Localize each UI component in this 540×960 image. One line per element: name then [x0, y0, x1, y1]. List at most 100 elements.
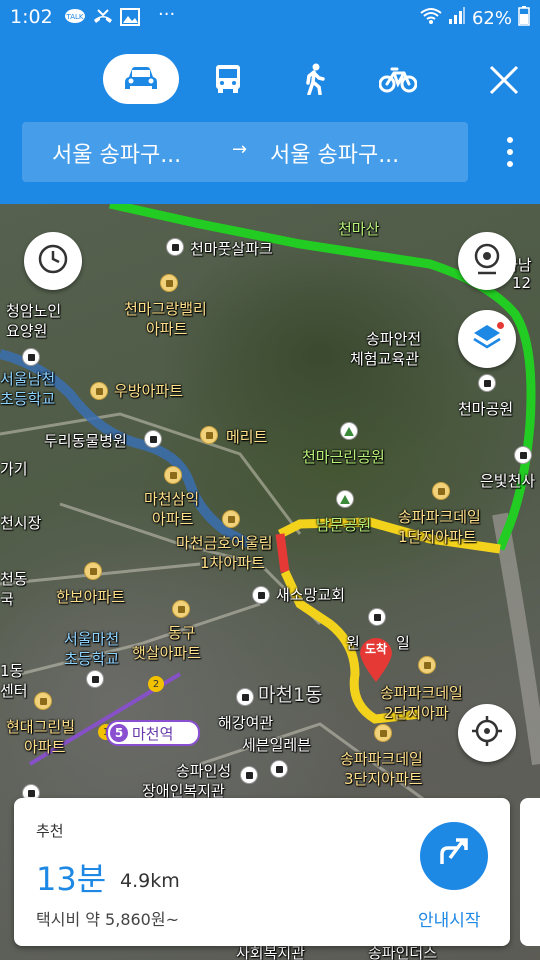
map-label: 초등학교 — [0, 390, 56, 408]
map-label: 가기 — [0, 460, 28, 478]
notification-dot — [497, 322, 504, 329]
status-bar: 1:02 TALK ··· 62% — [0, 0, 540, 36]
map-label: 1동 — [0, 662, 24, 680]
close-button[interactable] — [486, 62, 522, 98]
sports-icon — [368, 608, 386, 626]
history-button[interactable] — [24, 232, 82, 290]
map-label: 햇살아파트 — [132, 644, 202, 662]
destination-label: 도착 — [364, 642, 388, 656]
crosshair-icon — [471, 715, 503, 751]
park-icon — [336, 490, 354, 508]
bus-mode-tab[interactable] — [200, 54, 256, 104]
clock-icon — [37, 243, 69, 279]
close-icon — [486, 65, 522, 102]
map-label: 송파파크데일 — [380, 684, 463, 702]
map-label: 아파트 — [152, 510, 194, 528]
camera-icon — [472, 243, 502, 279]
map-label: 해강여관 — [218, 714, 274, 732]
more-options-button[interactable] — [506, 137, 514, 169]
park-icon — [340, 422, 358, 440]
svg-text:TALK: TALK — [65, 13, 83, 21]
image-icon — [120, 8, 140, 30]
map-label: 현대그린빌 — [6, 718, 76, 736]
destination-marker[interactable]: 도착 — [356, 634, 396, 684]
apartment-icon — [160, 274, 178, 292]
map-label: 천마공원 — [458, 400, 514, 418]
battery-icon — [518, 6, 530, 31]
apartment-icon — [34, 692, 52, 710]
map-label: 천시장 — [0, 514, 42, 532]
car-icon — [123, 65, 159, 93]
subway-line-marker: 2 — [148, 676, 164, 692]
start-navigation-button[interactable] — [420, 822, 488, 890]
map-label: 12 — [512, 274, 532, 292]
navigation-icon — [436, 836, 472, 876]
route-summary-bar[interactable]: 서울 송파구... → 서울 송파구... — [22, 122, 468, 182]
route-result-card[interactable]: 추천 13분 4.9km 택시비 약 5,860원~ 안내시작 — [14, 798, 510, 946]
map-label: 천마산 — [338, 220, 380, 238]
taxi-fare: 택시비 약 5,860원~ — [36, 910, 179, 929]
battery-percent: 62% — [471, 8, 512, 29]
bus-icon — [214, 64, 242, 94]
clock: 1:02 — [10, 6, 53, 28]
map-label: 센터 — [0, 682, 28, 700]
start-navigation-label[interactable]: 안내시작 — [418, 906, 481, 931]
missed-call-icon — [92, 8, 114, 30]
map-label: 세븐일레븐 — [242, 736, 312, 754]
subway-line-number: 5 — [110, 724, 128, 742]
map-label: 마천삼익 — [144, 490, 200, 508]
church-icon — [252, 586, 270, 604]
map-label: 송파안전 — [366, 330, 422, 348]
apartment-icon — [90, 382, 108, 400]
map-label: 2단지아파 — [384, 704, 449, 722]
apartment-icon — [172, 600, 190, 618]
map-label: 천마그랑밸리 — [124, 300, 207, 318]
school-icon — [86, 670, 104, 688]
bike-mode-tab[interactable] — [370, 54, 426, 104]
walk-mode-tab[interactable] — [286, 54, 342, 104]
poi-icon — [514, 446, 532, 464]
map-label: 남문공원 — [316, 516, 372, 534]
map-label: 청암노인 — [6, 302, 62, 320]
map-label: 동구 — [168, 624, 196, 642]
route-header: 서울 송파구... → 서울 송파구... — [0, 36, 540, 204]
map-label: 3단지아파트 — [344, 770, 423, 788]
cctv-button[interactable] — [458, 232, 516, 290]
map-label: 천마근린공원 — [302, 448, 385, 466]
car-mode-tab[interactable] — [103, 54, 179, 104]
route-arrow: → — [232, 139, 248, 160]
map-label: 송파인성 — [176, 762, 232, 780]
route-origin[interactable]: 서울 송파구... — [52, 137, 181, 169]
map-label: 1단지아파트 — [398, 528, 477, 546]
apartment-icon — [164, 466, 182, 484]
talk-icon: TALK — [64, 8, 86, 30]
next-route-card[interactable] — [520, 798, 540, 946]
apartment-icon — [418, 656, 436, 674]
route-destination[interactable]: 서울 송파구... — [270, 137, 399, 169]
map-label: 송파파크데일 — [340, 750, 423, 768]
apartment-icon — [432, 482, 450, 500]
poi-icon — [478, 374, 496, 392]
apartment-icon — [222, 510, 240, 528]
map-label: 국 — [0, 590, 14, 608]
apartment-icon — [200, 426, 218, 444]
map-label: 아파트 — [24, 738, 66, 756]
poi-icon — [166, 238, 184, 256]
wifi-icon — [420, 7, 442, 30]
my-location-button[interactable] — [458, 704, 516, 762]
map-label: 일 — [396, 634, 410, 652]
map-layers-button[interactable] — [458, 310, 516, 368]
map-label: 새소망교회 — [276, 586, 346, 604]
map-label: 메리트 — [226, 428, 268, 446]
map-label: 1차아파트 — [200, 554, 265, 572]
school-icon — [22, 348, 40, 366]
map-label: 마천금호어울림 — [176, 534, 273, 552]
map-label: 한보아파트 — [56, 588, 126, 606]
map-label: 송파파크데일 — [398, 508, 481, 526]
map-label: 마천1동 — [258, 684, 323, 706]
map-label: 천동 — [0, 570, 28, 588]
map-label: 천마풋살파크 — [190, 240, 273, 258]
travel-time: 13분 — [36, 860, 107, 898]
shop-icon — [270, 760, 288, 778]
subway-station-badge[interactable]: 5 마천역 — [106, 720, 200, 746]
